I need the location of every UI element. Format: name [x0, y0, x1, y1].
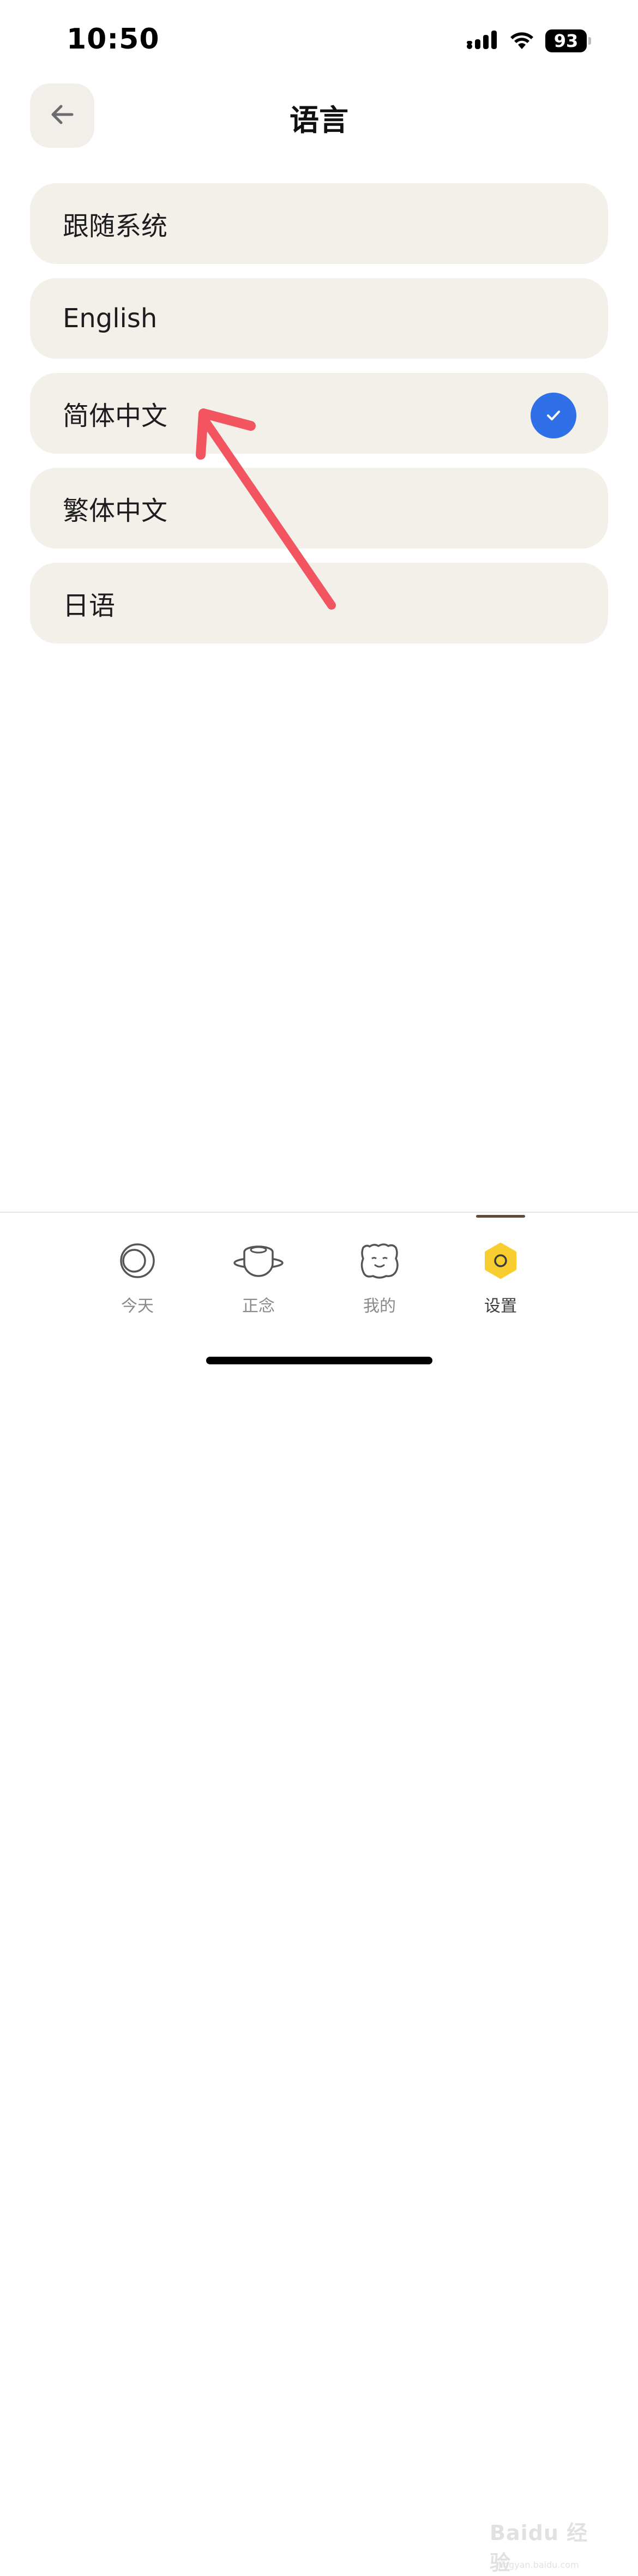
tab-settings[interactable]: 设置 — [457, 1239, 544, 1326]
language-option-label: 跟随系统 — [63, 211, 168, 242]
tab-label: 今天 — [121, 1297, 154, 1316]
home-indicator[interactable] — [206, 1357, 432, 1364]
status-bar: 10:50 93 — [0, 0, 638, 82]
language-list: 跟随系统 English 简体中文 繁体中文 日语 — [30, 183, 608, 658]
watermark-sub: jingyan.baidu.com — [498, 2560, 579, 2570]
language-option-japanese[interactable]: 日语 — [30, 563, 608, 643]
battery-icon: 93 — [545, 29, 591, 52]
language-option-label: 简体中文 — [63, 401, 168, 431]
selected-check-icon — [531, 393, 576, 438]
status-icons: 93 — [466, 29, 591, 52]
language-option-traditional-chinese[interactable]: 繁体中文 — [30, 468, 608, 549]
moon-circle-icon — [110, 1239, 165, 1283]
language-option-follow-system[interactable]: 跟随系统 — [30, 183, 608, 264]
page-title: 语言 — [290, 103, 348, 137]
tab-label: 设置 — [484, 1297, 517, 1316]
tab-label: 我的 — [363, 1297, 396, 1316]
smiley-cloud-icon — [352, 1239, 407, 1283]
tab-mindfulness[interactable]: 正念 — [215, 1239, 302, 1326]
hexagon-nut-icon — [473, 1239, 528, 1283]
language-option-label: 繁体中文 — [63, 496, 168, 526]
battery-cap — [588, 37, 591, 45]
battery-level: 93 — [545, 29, 587, 52]
planet-icon — [231, 1239, 286, 1283]
tab-label: 正念 — [242, 1297, 275, 1316]
status-time: 10:50 — [67, 23, 160, 56]
language-option-label: English — [63, 303, 158, 334]
cellular-signal-icon — [466, 29, 498, 52]
language-option-label: 日语 — [63, 591, 116, 621]
tab-mine[interactable]: 我的 — [336, 1239, 423, 1326]
watermark-logo: Baidu 经验 jingyan.baidu.com — [490, 2521, 604, 2575]
language-option-english[interactable]: English — [30, 278, 608, 359]
wifi-icon — [508, 29, 535, 52]
language-option-simplified-chinese[interactable]: 简体中文 — [30, 373, 608, 454]
tab-active-indicator — [476, 1215, 525, 1218]
tab-today[interactable]: 今天 — [94, 1239, 181, 1326]
